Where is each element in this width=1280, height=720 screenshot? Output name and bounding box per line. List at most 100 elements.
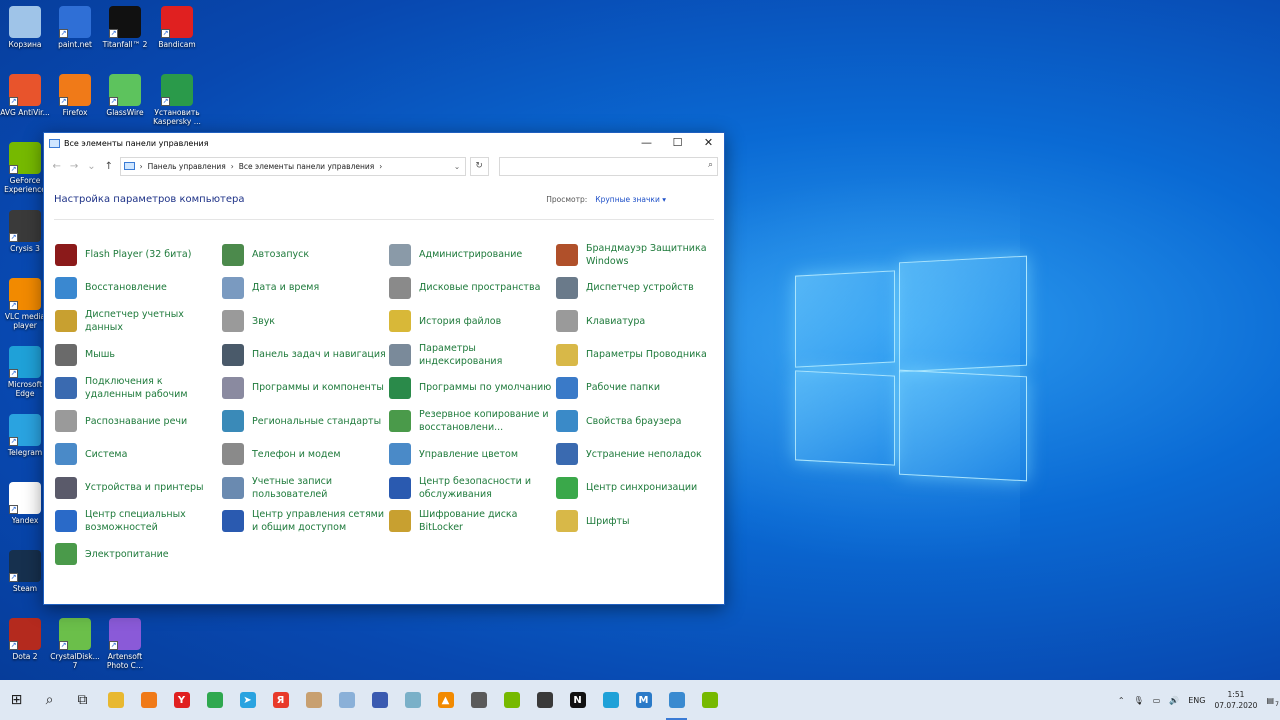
control-panel-item[interactable]: Учетные записи пользователей bbox=[222, 471, 389, 504]
control-panel-item[interactable]: Устройства и принтеры bbox=[55, 471, 222, 504]
taskbar-button[interactable] bbox=[330, 680, 363, 720]
view-mode-dropdown[interactable]: Крупные значки ▾ bbox=[595, 195, 666, 204]
control-panel-item[interactable]: Диспетчер учетных данных bbox=[55, 305, 222, 338]
control-panel-item[interactable]: Подключения к удаленным рабочим bbox=[55, 371, 222, 404]
control-panel-item[interactable]: Программы по умолчанию bbox=[389, 371, 556, 404]
close-button[interactable]: ✕ bbox=[693, 133, 724, 153]
control-panel-item[interactable]: Система bbox=[55, 438, 222, 471]
taskbar-button[interactable] bbox=[363, 680, 396, 720]
crystaldisk-icon: ↗ bbox=[59, 618, 91, 650]
taskbar-button[interactable] bbox=[495, 680, 528, 720]
breadcrumb-root[interactable]: Панель управления bbox=[148, 162, 226, 171]
taskbar-button[interactable]: ▲ bbox=[429, 680, 462, 720]
desktop-icon[interactable]: ↗ Bandicam bbox=[152, 6, 202, 49]
control-panel-item[interactable]: История файлов bbox=[389, 305, 556, 338]
control-panel-item[interactable]: Шрифты bbox=[556, 504, 723, 537]
control-panel-item[interactable]: Центр безопасности и обслуживания bbox=[389, 471, 556, 504]
control-panel-item[interactable]: Панель задач и навигация bbox=[222, 338, 389, 371]
control-panel-item[interactable]: Восстановление bbox=[55, 271, 222, 304]
control-panel-item[interactable]: Дисковые пространства bbox=[389, 271, 556, 304]
control-panel-item-label: Программы и компоненты bbox=[252, 382, 384, 394]
control-panel-item[interactable]: Автозапуск bbox=[222, 238, 389, 271]
control-panel-item[interactable]: Электропитание bbox=[55, 538, 222, 571]
control-panel-item[interactable]: Резервное копирование и восстановлени... bbox=[389, 404, 556, 437]
control-panel-item[interactable]: Брандмауэр Защитника Windows bbox=[556, 238, 723, 271]
control-panel-item[interactable]: Параметры Проводника bbox=[556, 338, 723, 371]
control-panel-item[interactable]: Дата и время bbox=[222, 271, 389, 304]
taskbar-button[interactable]: Я bbox=[264, 680, 297, 720]
taskbar-button[interactable]: ⌕ bbox=[33, 680, 66, 720]
avg-icon: ↗ bbox=[9, 74, 41, 106]
control-panel-item-label: Flash Player (32 бита) bbox=[85, 249, 192, 261]
taskbar-button[interactable] bbox=[660, 680, 693, 720]
control-panel-item[interactable]: Программы и компоненты bbox=[222, 371, 389, 404]
desktop-icon[interactable]: ↗ Titanfall™ 2 bbox=[100, 6, 150, 49]
control-panel-item[interactable]: Рабочие папки bbox=[556, 371, 723, 404]
control-panel-item[interactable]: Flash Player (32 бита) bbox=[55, 238, 222, 271]
taskbar-button[interactable] bbox=[462, 680, 495, 720]
desktop-icon[interactable]: ↗ AVG AntiVir... bbox=[0, 74, 50, 117]
address-dropdown-button[interactable]: ⌄ bbox=[448, 161, 465, 171]
taskbar-button[interactable] bbox=[132, 680, 165, 720]
taskbar-button[interactable] bbox=[396, 680, 429, 720]
control-panel-item[interactable]: Диспетчер устройств bbox=[556, 271, 723, 304]
volume-icon[interactable]: 🔊 bbox=[1169, 696, 1179, 705]
control-panel-item[interactable]: Региональные стандарты bbox=[222, 404, 389, 437]
breadcrumb-current[interactable]: Все элементы панели управления bbox=[239, 162, 375, 171]
control-panel-item[interactable]: Управление цветом bbox=[389, 438, 556, 471]
control-panel-item[interactable]: Распознавание речи bbox=[55, 404, 222, 437]
desktop-icon[interactable]: ↗ paint.net bbox=[50, 6, 100, 49]
taskbar-button[interactable]: ⧉ bbox=[66, 680, 99, 720]
notifications-button[interactable]: ▤ 7 bbox=[1266, 696, 1279, 708]
taskbar-button[interactable] bbox=[594, 680, 627, 720]
taskbar-button[interactable] bbox=[198, 680, 231, 720]
recent-locations-button[interactable]: ⌄ bbox=[85, 161, 98, 172]
taskbar-button[interactable] bbox=[693, 680, 726, 720]
desktop-icon[interactable]: ↗ GlassWire bbox=[100, 74, 150, 117]
desktop-icon[interactable]: Корзина bbox=[0, 6, 50, 49]
clock-time: 1:51 bbox=[1227, 690, 1245, 699]
control-panel-item[interactable]: Параметры индексирования bbox=[389, 338, 556, 371]
desktop-icon[interactable]: ↗ Firefox bbox=[50, 74, 100, 117]
taskbar-button[interactable]: N bbox=[561, 680, 594, 720]
back-button[interactable]: ← bbox=[50, 161, 63, 172]
desktop-icon[interactable]: ↗ Artensoft Photo C... bbox=[100, 618, 150, 670]
show-hidden-icons-button[interactable]: ⌃ bbox=[1118, 696, 1125, 705]
control-panel-window[interactable]: Все элементы панели управления — ☐ ✕ ← →… bbox=[43, 132, 725, 605]
control-panel-item[interactable]: Администрирование bbox=[389, 238, 556, 271]
taskbar-button[interactable]: ⊞ bbox=[0, 680, 33, 720]
address-bar[interactable]: › Панель управления › Все элементы панел… bbox=[119, 156, 466, 176]
taskbar-button[interactable] bbox=[528, 680, 561, 720]
maximize-button[interactable]: ☐ bbox=[662, 133, 693, 153]
refresh-button[interactable]: ↻ bbox=[469, 156, 489, 176]
search-input[interactable]: ⌕ bbox=[498, 156, 718, 176]
control-panel-item[interactable]: Звук bbox=[222, 305, 389, 338]
clock[interactable]: 1:51 07.07.2020 bbox=[1214, 689, 1257, 711]
control-panel-item[interactable]: Клавиатура bbox=[556, 305, 723, 338]
control-panel-item[interactable]: Шифрование диска BitLocker bbox=[389, 504, 556, 537]
control-panel-item[interactable]: Мышь bbox=[55, 338, 222, 371]
taskbar-button[interactable]: ➤ bbox=[231, 680, 264, 720]
title-bar[interactable]: Все элементы панели управления — ☐ ✕ bbox=[44, 133, 724, 153]
control-panel-item[interactable]: Свойства браузера bbox=[556, 404, 723, 437]
control-panel-item[interactable]: Центр специальных возможностей bbox=[55, 504, 222, 537]
up-button[interactable]: ↑ bbox=[102, 161, 115, 172]
language-indicator[interactable]: ENG bbox=[1188, 696, 1205, 705]
fonts-icon bbox=[556, 510, 578, 533]
microphone-icon[interactable]: 🎙 bbox=[1134, 696, 1144, 705]
control-panel-item[interactable]: Телефон и модем bbox=[222, 438, 389, 471]
network-icon[interactable]: ▭ bbox=[1153, 696, 1161, 705]
taskbar-button[interactable] bbox=[99, 680, 132, 720]
control-panel-item[interactable]: Центр синхронизации bbox=[556, 471, 723, 504]
taskbar-button[interactable]: M bbox=[627, 680, 660, 720]
taskbar-button[interactable] bbox=[297, 680, 330, 720]
forward-button[interactable]: → bbox=[67, 161, 80, 172]
desktop-icon[interactable]: ↗ CrystalDisk... 7 bbox=[50, 618, 100, 670]
control-panel-item[interactable]: Устранение неполадок bbox=[556, 438, 723, 471]
minimize-button[interactable]: — bbox=[631, 133, 662, 153]
desktop-icon[interactable]: ↗ Установить Kaspersky ... bbox=[152, 74, 202, 126]
control-panel-item[interactable]: Центр управления сетями и общим доступом bbox=[222, 504, 389, 537]
taskbar-button[interactable]: Y bbox=[165, 680, 198, 720]
recovery-icon bbox=[55, 276, 77, 299]
desktop-icon[interactable]: ↗ Dota 2 bbox=[0, 618, 50, 661]
